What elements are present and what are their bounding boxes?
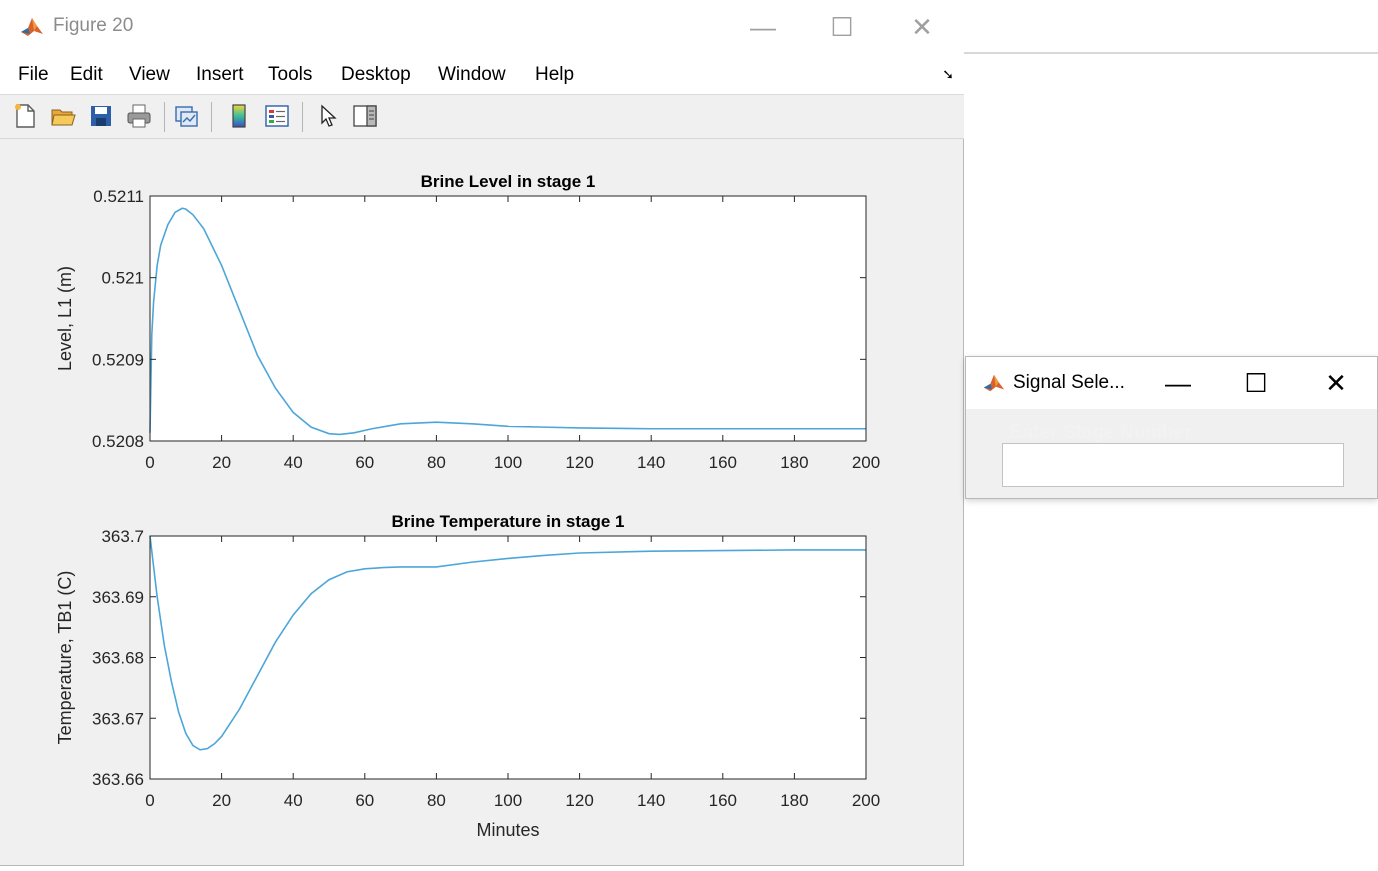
background-window-bar — [964, 0, 1378, 54]
x-tick-label: 60 — [355, 453, 374, 472]
close-button[interactable]: ✕ — [902, 10, 942, 44]
figure-toolbar — [0, 95, 964, 139]
menu-view[interactable]: View — [129, 64, 170, 86]
figure-titlebar[interactable]: Figure 20 — ☐ ✕ — [0, 0, 964, 54]
x-tick-label: 100 — [494, 453, 522, 472]
stage-number-label: Enter Stage Number — [1009, 422, 1192, 443]
x-tick-label: 60 — [355, 791, 374, 810]
x-tick-label: 40 — [284, 453, 303, 472]
menu-help[interactable]: Help — [535, 64, 574, 86]
y-tick-label: 363.69 — [92, 588, 144, 607]
menu-bar: File Edit View Insert Tools Desktop Wind… — [0, 54, 964, 95]
property-editor-icon[interactable] — [352, 103, 378, 129]
figure-window: Figure 20 — ☐ ✕ File Edit View Insert To… — [0, 0, 964, 866]
dialog-minimize-button[interactable]: — — [1158, 366, 1198, 400]
colorbar-icon[interactable] — [226, 103, 252, 129]
dialog-title: Signal Sele... — [1013, 372, 1125, 393]
dialog-titlebar[interactable]: Signal Sele... — ☐ ✕ — [966, 357, 1377, 409]
menu-insert[interactable]: Insert — [196, 64, 244, 86]
menu-edit[interactable]: Edit — [70, 64, 103, 86]
stage-number-input[interactable] — [1002, 443, 1344, 487]
menu-desktop[interactable]: Desktop — [341, 64, 411, 86]
x-tick-label: 160 — [709, 453, 737, 472]
x-tick-label: 180 — [780, 791, 808, 810]
x-tick-label: 140 — [637, 791, 665, 810]
axes-background — [150, 536, 866, 779]
x-tick-label: 20 — [212, 453, 231, 472]
x-tick-label: 120 — [565, 791, 593, 810]
chart-title: Brine Temperature in stage 1 — [391, 512, 624, 531]
edit-plot-arrow-icon[interactable] — [316, 103, 342, 129]
toolbar-separator — [164, 102, 165, 132]
signal-selector-dialog: Signal Sele... — ☐ ✕ Enter Stage Number — [965, 356, 1378, 499]
x-tick-label: 0 — [145, 453, 154, 472]
save-icon[interactable] — [88, 103, 114, 129]
menu-window[interactable]: Window — [438, 64, 506, 86]
y-tick-label: 363.67 — [92, 709, 144, 728]
y-tick-label: 363.66 — [92, 770, 144, 789]
x-tick-label: 120 — [565, 453, 593, 472]
link-plot-icon[interactable] — [173, 103, 199, 129]
print-icon[interactable] — [126, 103, 152, 129]
x-tick-label: 40 — [284, 791, 303, 810]
y-tick-label: 0.5208 — [92, 432, 144, 451]
new-figure-icon[interactable] — [12, 103, 38, 129]
minimize-button[interactable]: — — [743, 10, 783, 44]
figure-plot-area: 0 20 40 60 80 100 120 140 160 180 200 0.5208 0.5209 0… — [0, 139, 964, 866]
axes-background — [150, 196, 866, 441]
matlab-app-icon — [982, 371, 1006, 395]
legend-icon[interactable] — [264, 103, 290, 129]
x-tick-label: 200 — [852, 791, 880, 810]
dock-arrow-icon[interactable]: ➘ — [942, 66, 954, 83]
x-tick-label: 100 — [494, 791, 522, 810]
plots-canvas: 0 20 40 60 80 100 120 140 160 180 2000.52080.52090… — [55, 172, 880, 840]
x-tick-label: 20 — [212, 791, 231, 810]
dialog-close-button[interactable]: ✕ — [1316, 366, 1356, 400]
x-tick-label: 80 — [427, 453, 446, 472]
toolbar-separator — [302, 102, 303, 132]
x-axis-label: Minutes — [476, 820, 539, 840]
window-title: Figure 20 — [53, 15, 134, 36]
menu-tools[interactable]: Tools — [268, 64, 312, 86]
y-tick-label: 0.5211 — [93, 187, 144, 206]
x-tick-label: 180 — [780, 453, 808, 472]
menu-file[interactable]: File — [18, 64, 49, 86]
chart-title: Brine Level in stage 1 — [421, 172, 596, 191]
x-tick-label: 200 — [852, 453, 880, 472]
y-axis-label: Level, L1 (m) — [55, 266, 75, 371]
y-tick-label: 0.5209 — [92, 350, 144, 369]
y-tick-label: 363.7 — [101, 527, 144, 546]
maximize-button[interactable]: ☐ — [822, 10, 862, 44]
y-axis-label: Temperature, TB1 (C) — [55, 571, 75, 745]
matlab-app-icon — [19, 14, 45, 40]
x-tick-label: 140 — [637, 453, 665, 472]
x-tick-label: 80 — [427, 791, 446, 810]
y-tick-label: 363.68 — [92, 649, 144, 668]
dialog-maximize-button[interactable]: ☐ — [1236, 366, 1276, 400]
x-tick-label: 160 — [709, 791, 737, 810]
x-tick-label: 0 — [145, 791, 154, 810]
toolbar-separator — [211, 102, 212, 132]
open-file-icon[interactable] — [50, 103, 76, 129]
y-tick-label: 0.521 — [101, 269, 144, 288]
